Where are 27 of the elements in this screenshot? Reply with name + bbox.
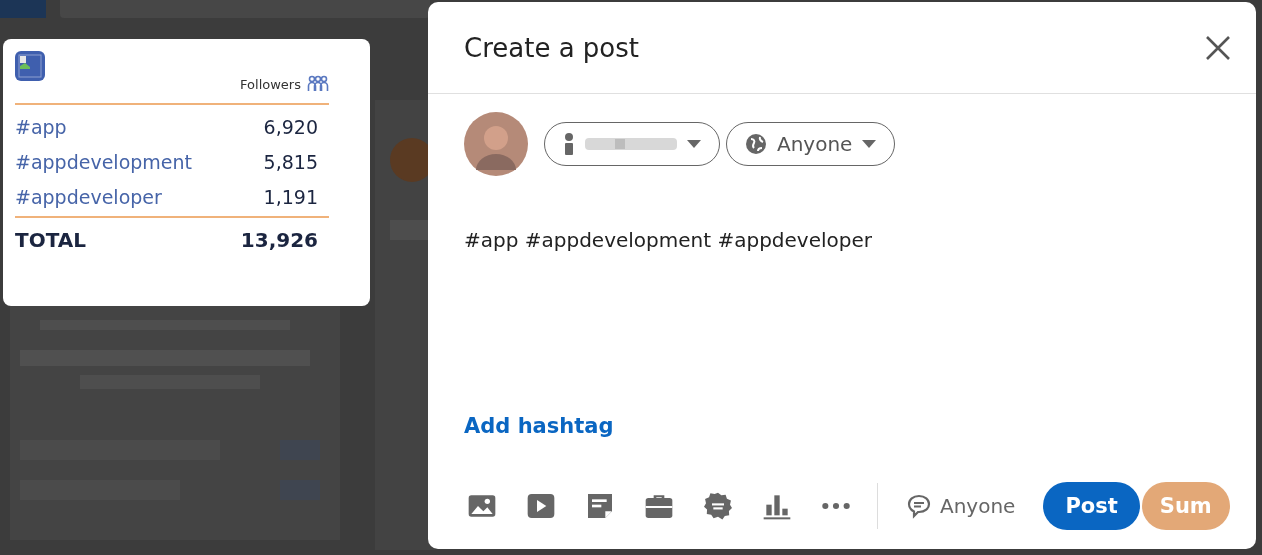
avatar (464, 112, 528, 176)
total-count: 13,926 (240, 227, 318, 252)
author-dropdown[interactable] (544, 122, 720, 166)
visibility-dropdown[interactable]: Anyone (726, 122, 896, 166)
speech-bubble-icon (906, 493, 932, 519)
follower-count: 6,920 (263, 115, 318, 138)
follower-count: 1,191 (263, 185, 318, 208)
close-icon[interactable] (1204, 33, 1232, 62)
add-hashtag-link[interactable]: Add hashtag (428, 414, 650, 438)
caret-icon (862, 140, 877, 148)
dialog-title: Create a post (464, 32, 639, 63)
post-text[interactable]: #app #appdevelopment #appdeveloper (428, 176, 1256, 398)
caret-icon (687, 140, 701, 148)
post-button[interactable]: Post (1043, 482, 1140, 530)
person-icon (563, 133, 575, 155)
comment-setting-button[interactable]: Anyone (906, 493, 1016, 519)
badge-icon[interactable] (702, 490, 734, 522)
hashtag-link[interactable]: #app (15, 115, 67, 138)
dimmed-logo (0, 0, 46, 18)
followers-header: Followers (240, 76, 301, 92)
total-label: TOTAL (15, 227, 86, 252)
hashtag-link[interactable]: #appdevelopment (15, 150, 193, 173)
hashtag-link[interactable]: #appdeveloper (15, 185, 162, 208)
globe-icon (745, 133, 767, 155)
follower-count: 5,815 (263, 150, 318, 173)
broken-image-icon (15, 51, 45, 81)
people-icon (307, 75, 329, 93)
